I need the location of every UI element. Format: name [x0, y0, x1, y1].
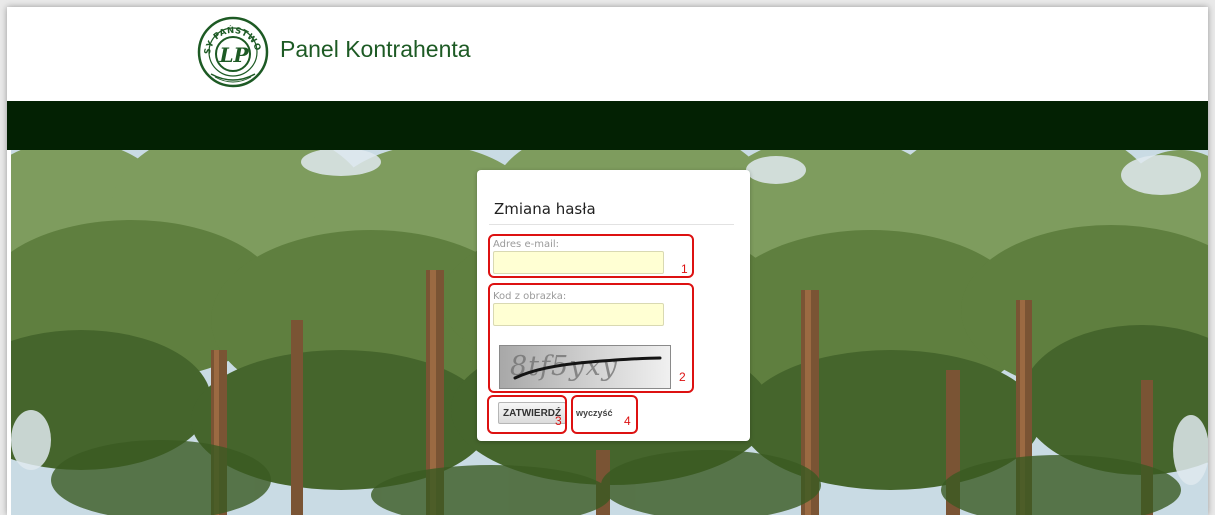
annotation-box-2: [488, 283, 694, 393]
panel-title: Zmiana hasła: [494, 200, 596, 218]
annotation-number-4: 4: [624, 414, 631, 428]
top-navbar: [7, 101, 1208, 150]
annotation-number-1: 1: [681, 262, 688, 276]
annotation-box-1: [488, 234, 694, 278]
browser-page: LASY PAŃSTWOWE LP Panel Kontrahenta: [7, 7, 1208, 515]
annotation-number-2: 2: [679, 370, 686, 384]
logo-mark-text: LP: [218, 43, 249, 67]
site-title: Panel Kontrahenta: [280, 36, 471, 62]
site-header: LASY PAŃSTWOWE LP Panel Kontrahenta: [7, 7, 1208, 101]
lasy-panstwowe-logo[interactable]: LASY PAŃSTWOWE LP: [197, 16, 269, 88]
change-password-panel: Zmiana hasła Adres e-mail: Kod z obrazka…: [477, 170, 750, 441]
annotation-number-3: 3: [555, 414, 562, 428]
title-divider: [489, 224, 734, 225]
